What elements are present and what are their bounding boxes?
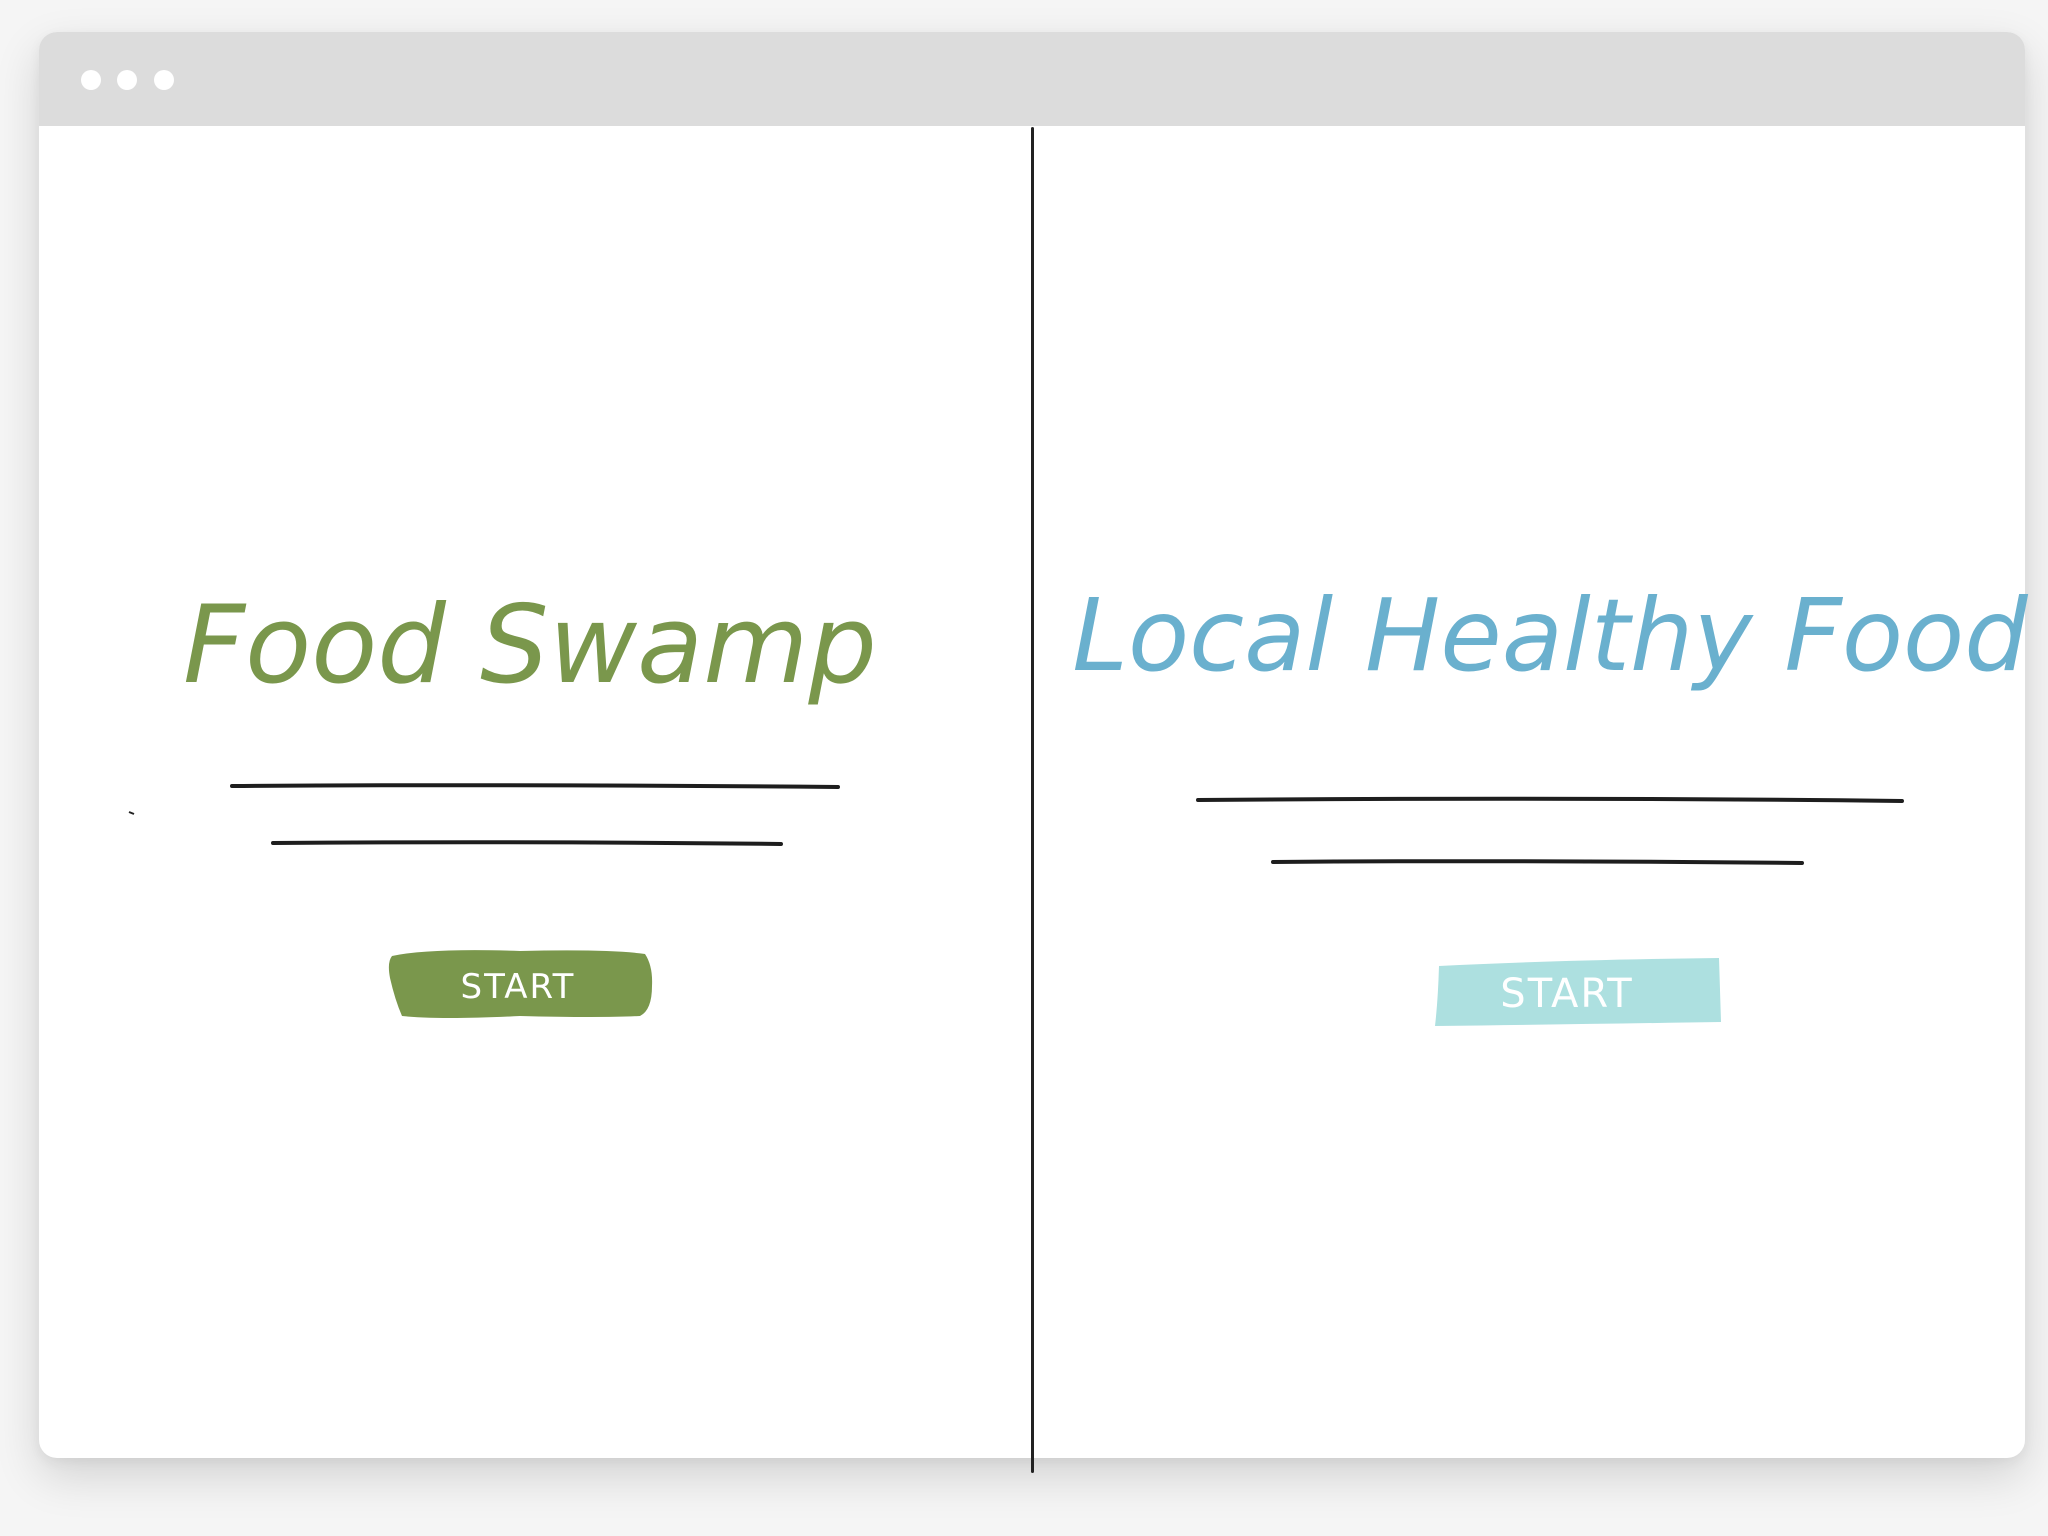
left-start-button[interactable]: START (388, 950, 653, 1018)
right-title: Local Healthy Food (1072, 577, 2028, 694)
stray-mark (128, 811, 135, 815)
left-form-line-2 (271, 840, 783, 846)
left-start-label: START (461, 967, 576, 1007)
left-panel: Food Swamp START (128, 583, 877, 1018)
right-form-line-1 (1196, 796, 1904, 803)
right-start-button[interactable]: START (1435, 958, 1721, 1026)
right-start-label: START (1500, 971, 1633, 1017)
left-title: Food Swamp (183, 583, 877, 708)
right-form-line-2 (1271, 859, 1804, 865)
left-form-line-1 (230, 783, 840, 789)
right-panel: Local Healthy Food START (1072, 577, 2028, 1026)
